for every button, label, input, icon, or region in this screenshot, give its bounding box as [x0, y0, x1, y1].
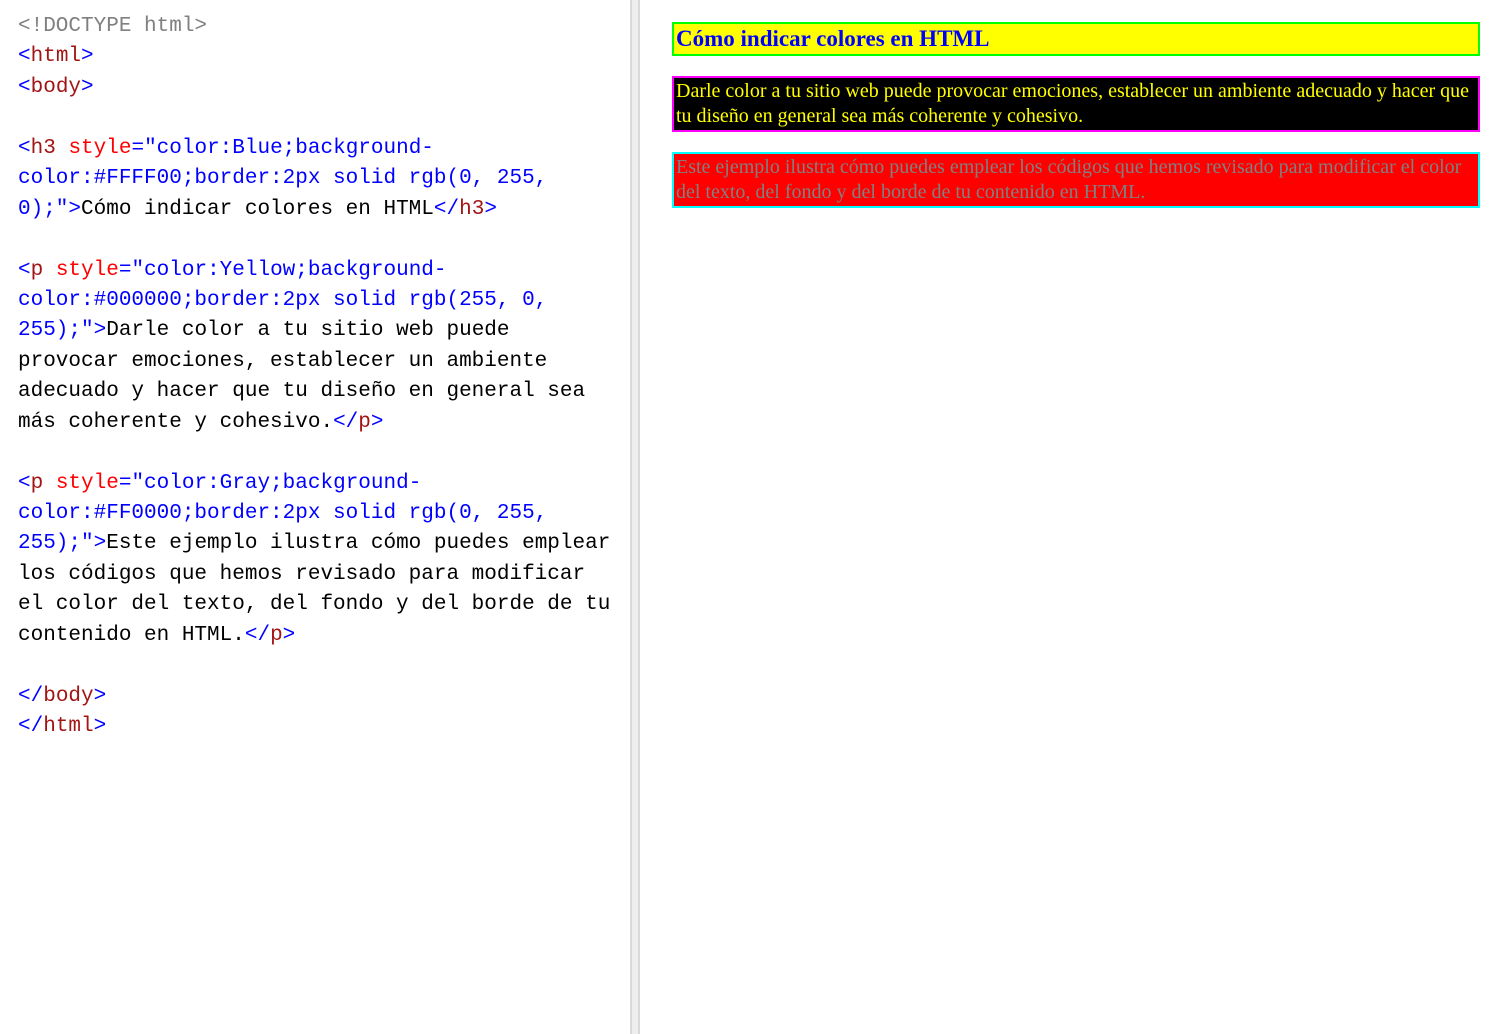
code-token: p: [31, 259, 44, 282]
code-token: body: [31, 76, 81, 99]
code-token: h3: [459, 198, 484, 221]
app-root: <!DOCTYPE html> <html> <body> <h3 style=…: [0, 0, 1500, 1034]
code-token: >: [94, 685, 107, 708]
code-token: /: [447, 198, 460, 221]
code-token: html: [31, 45, 81, 68]
code-token: style: [56, 472, 119, 495]
code-token: Este ejemplo ilustra cómo puedes emplear…: [18, 532, 623, 646]
code-token: >: [81, 45, 94, 68]
code-token: >: [371, 411, 384, 434]
rendered-paragraph-2: Este ejemplo ilustra cómo puedes emplear…: [672, 152, 1480, 208]
code-token: =: [119, 259, 132, 282]
code-token: /: [346, 411, 359, 434]
code-token: <: [18, 45, 31, 68]
code-token: >: [94, 532, 107, 555]
code-token: >: [68, 198, 81, 221]
code-token: p: [358, 411, 371, 434]
code-token: <: [18, 137, 31, 160]
code-token: <: [18, 685, 31, 708]
code-token: /: [31, 685, 44, 708]
preview-pane: Cómo indicar colores en HTML Darle color…: [640, 0, 1500, 1034]
code-token: p: [270, 624, 283, 647]
code-token: <: [18, 259, 31, 282]
code-token: >: [283, 624, 296, 647]
pane-divider-handle[interactable]: [632, 0, 638, 1034]
pane-divider[interactable]: [630, 0, 640, 1034]
code-token: body: [43, 685, 93, 708]
code-token: p: [31, 472, 44, 495]
code-token: /: [257, 624, 270, 647]
code-token: >: [94, 319, 107, 342]
code-token: [43, 472, 56, 495]
code-token: <!DOCTYPE html>: [18, 15, 207, 38]
code-token: Cómo indicar colores en HTML: [81, 198, 434, 221]
code-token: >: [484, 198, 497, 221]
source-code-pane[interactable]: <!DOCTYPE html> <html> <body> <h3 style=…: [0, 0, 630, 1034]
code-token: [56, 137, 69, 160]
code-token: /: [31, 715, 44, 738]
rendered-paragraph-1: Darle color a tu sitio web puede provoca…: [672, 76, 1480, 132]
code-token: style: [68, 137, 131, 160]
code-token: [43, 259, 56, 282]
code-token: >: [81, 76, 94, 99]
code-token: <: [18, 76, 31, 99]
code-token: style: [56, 259, 119, 282]
code-token: html: [43, 715, 93, 738]
code-token: h3: [31, 137, 56, 160]
rendered-heading: Cómo indicar colores en HTML: [672, 22, 1480, 56]
code-token: <: [333, 411, 346, 434]
code-token: =: [119, 472, 132, 495]
code-token: >: [94, 715, 107, 738]
code-token: <: [18, 715, 31, 738]
code-token: <: [434, 198, 447, 221]
code-token: =: [131, 137, 144, 160]
code-token: <: [245, 624, 258, 647]
code-token: <: [18, 472, 31, 495]
